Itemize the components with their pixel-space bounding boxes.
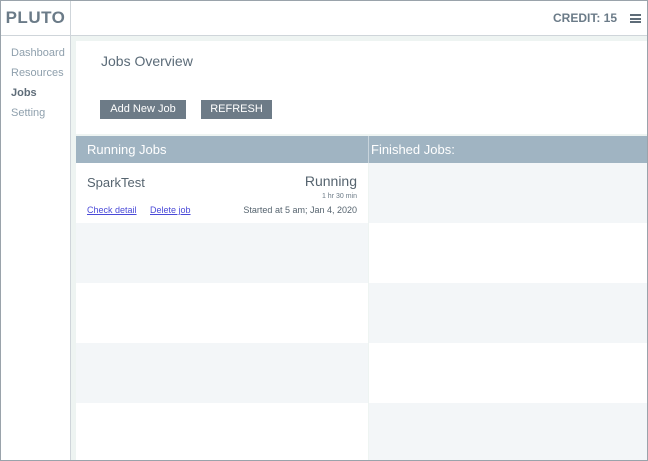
job-start-time: Started at 5 am; Jan 4, 2020 <box>243 205 357 215</box>
empty-row <box>76 283 368 343</box>
sidebar-item-resources[interactable]: Resources <box>1 63 70 83</box>
top-bar: PLUTO CREDIT: 15 <box>1 1 647 36</box>
job-duration: 1 hr 30 min <box>321 193 357 200</box>
brand-logo[interactable]: PLUTO <box>1 1 71 35</box>
empty-row <box>369 403 647 460</box>
sidebar-nav: Dashboard Resources Jobs Setting <box>1 36 70 123</box>
job-name: SparkTest <box>87 175 145 190</box>
sidebar-item-dashboard[interactable]: Dashboard <box>1 43 70 63</box>
sidebar-item-jobs[interactable]: Jobs <box>1 83 70 103</box>
empty-row <box>369 163 647 223</box>
running-jobs-header: Running Jobs <box>87 142 167 157</box>
running-jobs-column: SparkTest Running 1 hr 30 min Check deta… <box>76 163 368 460</box>
job-row: SparkTest Running 1 hr 30 min Check deta… <box>76 163 368 223</box>
page-title: Jobs Overview <box>101 53 193 69</box>
jobs-table-header: Running Jobs Finished Jobs: <box>76 136 647 163</box>
header-divider <box>368 136 369 163</box>
add-new-job-button[interactable]: Add New Job <box>100 100 186 119</box>
jobs-table: Running Jobs Finished Jobs: SparkTest Ru… <box>76 136 647 460</box>
delete-job-link[interactable]: Delete job <box>150 205 191 215</box>
jobs-header-panel: Jobs Overview Add New Job REFRESH <box>76 41 647 134</box>
finished-jobs-header: Finished Jobs: <box>371 142 455 157</box>
empty-row <box>76 343 368 403</box>
job-status: Running <box>304 173 357 189</box>
app-window: PLUTO CREDIT: 15 Dashboard Resources Job… <box>0 0 648 461</box>
empty-row <box>76 403 368 460</box>
main-content: Jobs Overview Add New Job REFRESH Runnin… <box>71 36 647 460</box>
check-detail-link[interactable]: Check detail <box>87 205 137 215</box>
empty-row <box>369 223 647 283</box>
finished-jobs-column <box>369 163 647 460</box>
empty-row <box>76 223 368 283</box>
refresh-button[interactable]: REFRESH <box>201 100 272 119</box>
hamburger-menu-icon[interactable] <box>630 14 641 23</box>
sidebar: Dashboard Resources Jobs Setting <box>1 36 71 460</box>
sidebar-item-setting[interactable]: Setting <box>1 103 70 123</box>
credit-display: CREDIT: 15 <box>552 11 617 25</box>
empty-row <box>369 343 647 403</box>
empty-row <box>369 283 647 343</box>
